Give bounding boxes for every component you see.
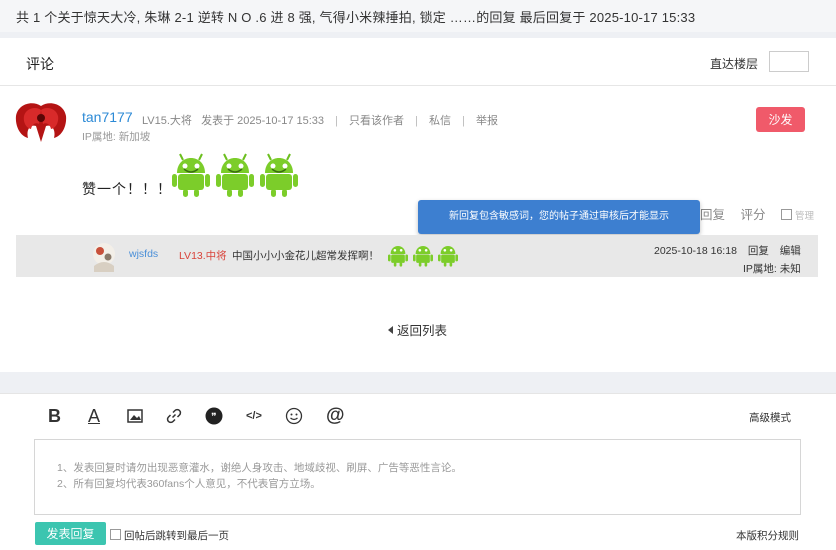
private-message-link[interactable]: 私信 bbox=[429, 115, 451, 127]
reply-textarea[interactable]: 1、发表回复时请勿出现恶意灌水，谢绝人身攻击、地域歧视、刷屏、广告等恶性言论。 … bbox=[34, 439, 801, 515]
view-author-link[interactable]: 只看该作者 bbox=[349, 115, 404, 127]
android-emoji-icon bbox=[216, 153, 254, 197]
jump-last-page-label: 回帖后跳转到最后一页 bbox=[124, 530, 229, 542]
meta-separator: | bbox=[415, 115, 418, 127]
svg-text:❞: ❞ bbox=[211, 412, 216, 423]
android-emoji-icon bbox=[413, 246, 433, 267]
code-icon[interactable]: </> bbox=[246, 406, 262, 426]
link-icon[interactable] bbox=[166, 406, 182, 426]
post-emojis bbox=[172, 153, 298, 197]
reply-avatar[interactable] bbox=[88, 240, 120, 272]
android-emoji-icon bbox=[172, 153, 210, 197]
post-time: 发表于 2025-10-17 15:33 bbox=[201, 115, 325, 127]
reply-placeholder-line: 1、发表回复时请勿出现恶意灌水，谢绝人身攻击、地域歧视、刷屏、广告等恶性言论。 bbox=[57, 462, 462, 474]
reply-placeholder-line: 2、所有回复均代表360fans个人意见，不代表官方立场。 bbox=[57, 478, 321, 490]
quote-icon[interactable]: ❞ bbox=[205, 406, 223, 426]
meta-separator: | bbox=[462, 115, 465, 127]
post-actions: 回复 评分 管理 bbox=[700, 204, 814, 223]
reply-edit-link[interactable]: 编辑 bbox=[780, 245, 801, 257]
android-emoji-icon bbox=[388, 246, 408, 267]
points-rules-link[interactable]: 本版积分规则 bbox=[736, 528, 799, 543]
back-to-list-link[interactable]: 返回列表 bbox=[388, 320, 447, 339]
post-meta: LV15.大将 发表于 2025-10-17 15:33 | 只看该作者 | 私… bbox=[142, 112, 498, 128]
bold-icon[interactable]: B bbox=[48, 406, 61, 426]
android-emoji-icon bbox=[438, 246, 458, 267]
comment-card: 评论 直达楼层 tan7177 LV15.大将 发表于 2025-10-17 1… bbox=[0, 38, 836, 372]
text-color-icon[interactable]: A bbox=[88, 406, 100, 426]
reply-username[interactable]: wjsfds bbox=[129, 248, 158, 260]
manage-checkbox[interactable] bbox=[781, 209, 792, 220]
comment-header: 评论 直达楼层 bbox=[0, 38, 836, 86]
post-content: 赞一个！！！ bbox=[82, 181, 172, 197]
meta-separator: | bbox=[335, 115, 338, 127]
emoji-icon[interactable] bbox=[285, 406, 303, 426]
jump-last-page-checkbox[interactable] bbox=[110, 529, 121, 540]
reply-time: 2025-10-18 16:18 bbox=[654, 245, 737, 257]
image-icon[interactable] bbox=[127, 406, 143, 426]
ip-location: IP属地: 新加坡 bbox=[82, 131, 151, 143]
reply-reply-link[interactable]: 回复 bbox=[748, 245, 769, 257]
reply-text: 中国小小小金花儿超常发挥啊！ bbox=[232, 250, 379, 262]
reply-editor: B A ❞ </> @ 高级模式 1、发表回复时请勿出现恶意灌水，谢绝人身攻击、… bbox=[0, 393, 836, 550]
reply-emojis bbox=[388, 241, 458, 269]
jump-floor-label: 直达楼层 bbox=[710, 57, 759, 71]
android-emoji-icon bbox=[260, 153, 298, 197]
reply-row: wjsfds LV13.中将 中国小小小金花儿超常发挥啊！ 2025-10-18… bbox=[16, 235, 818, 277]
reply-summary-bar: 共 1 个关于惊天大冷, 朱琳 2-1 逆转 N O .6 进 8 强, 气得小… bbox=[0, 0, 836, 32]
reply-link[interactable]: 回复 bbox=[700, 208, 725, 222]
user-avatar[interactable] bbox=[14, 98, 68, 146]
report-link[interactable]: 举报 bbox=[476, 115, 498, 127]
reply-ip-location: IP属地: 未知 bbox=[743, 263, 801, 275]
username[interactable]: tan7177 bbox=[82, 109, 133, 125]
user-level: LV15.大将 bbox=[142, 115, 192, 127]
jump-floor-input[interactable] bbox=[769, 51, 809, 72]
rate-link[interactable]: 评分 bbox=[741, 208, 766, 222]
jump-last-page-option[interactable]: 回帖后跳转到最后一页 bbox=[110, 528, 229, 543]
comment-title: 评论 bbox=[26, 56, 54, 72]
advanced-mode-link[interactable]: 高级模式 bbox=[749, 410, 791, 425]
submit-reply-button[interactable]: 发表回复 bbox=[35, 522, 106, 545]
sensitive-word-toast: 新回复包含敏感词，您的帖子通过审核后才能显示 bbox=[418, 200, 700, 234]
reply-meta: 2025-10-18 16:18 回复 编辑 bbox=[654, 243, 801, 258]
manage-label: 管理 bbox=[795, 211, 815, 222]
reply-user-level: LV13.中将 bbox=[179, 250, 227, 262]
mention-icon[interactable]: @ bbox=[326, 405, 345, 426]
sofa-badge[interactable]: 沙发 bbox=[756, 107, 805, 132]
